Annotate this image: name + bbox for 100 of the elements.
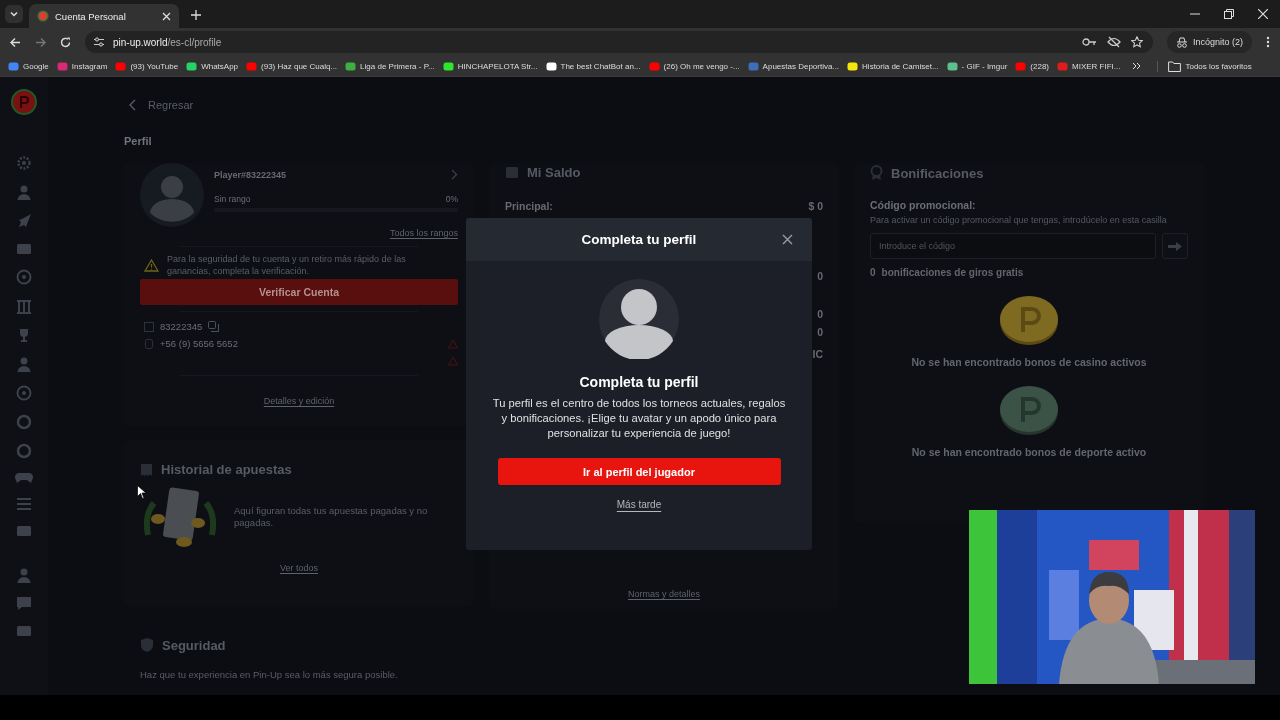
later-link[interactable]: Más tarde <box>616 499 662 510</box>
empty-casino-bonus-text: No se han encontrado bonos de casino activos <box>911 356 1147 368</box>
security-text: Haz que tu experiencia en Pin-Up sea lo más segura posible. <box>140 669 399 680</box>
bookmark[interactable]: The best ChatBot an... <box>545 60 641 72</box>
promo-code-field[interactable]: Introduce el código <box>870 233 1156 259</box>
rocket-icon[interactable] <box>16 213 32 229</box>
balance-label: Principal: <box>505 200 553 212</box>
site-icon <box>1057 60 1068 72</box>
bookmark[interactable]: (26) Oh me vengo -... <box>648 60 740 72</box>
site-icon <box>747 60 759 72</box>
chevron-right-icon[interactable] <box>451 169 458 180</box>
more-bookmarks-icon[interactable] <box>1132 62 1142 70</box>
medal-icon <box>870 165 883 181</box>
person-icon[interactable] <box>16 567 32 583</box>
chat-icon[interactable] <box>16 596 32 611</box>
verification-warning: Para la seguridad de tu cuenta y un retiro más rápido de las ganancias, completa la verificación. <box>167 253 407 277</box>
eye-slash-icon[interactable] <box>1106 36 1121 48</box>
chevron-left-icon <box>128 99 136 111</box>
card-icon[interactable] <box>16 524 32 538</box>
player-name: Player#83222345 <box>214 169 287 180</box>
person-icon[interactable] <box>16 184 32 200</box>
submit-button[interactable] <box>1162 233 1188 259</box>
alert-icon <box>448 338 458 349</box>
site-icon <box>8 60 19 72</box>
section-title: Seguridad <box>162 637 226 653</box>
new-tab-icon[interactable] <box>191 10 201 20</box>
site-icon <box>345 60 357 72</box>
receipt-icon <box>140 462 153 477</box>
ring-icon[interactable] <box>16 414 32 430</box>
list-icon[interactable] <box>16 497 32 511</box>
key-icon[interactable] <box>1081 37 1097 47</box>
balance-amount: 0 <box>817 328 823 337</box>
bookmark[interactable]: Google <box>8 60 49 72</box>
bookmark[interactable]: HINCHAPELOTA Str... <box>442 60 538 72</box>
site-settings-icon[interactable] <box>93 36 105 48</box>
section-title: Historial de apuestas <box>161 462 292 477</box>
free-spins-count: 0 <box>870 267 876 278</box>
bookmark[interactable]: (93) YouTube <box>115 60 179 72</box>
gear-icon[interactable] <box>16 155 32 171</box>
reload-icon[interactable] <box>60 36 71 48</box>
balance-amount: $ 0 <box>808 200 823 212</box>
browser-tab[interactable]: Cuenta Personal <box>29 4 179 28</box>
ball-icon[interactable] <box>16 269 32 285</box>
balance-amount: IC <box>812 350 823 359</box>
more-menu-icon[interactable] <box>1266 36 1270 48</box>
phone-icon <box>144 338 154 349</box>
ring-icon[interactable] <box>16 443 32 459</box>
card-icon[interactable] <box>16 242 32 256</box>
verify-account-button[interactable]: Verificar Cuenta <box>140 279 458 305</box>
incognito-button[interactable]: Incógnito (2) <box>1166 31 1252 53</box>
shield-icon <box>140 637 154 653</box>
phone-number: +56 (9) 5656 5652 <box>160 338 238 349</box>
chevron-down-icon <box>9 9 19 19</box>
bet-history-text: Aquí figuran todas tus apuestas pagadas y no pagadas. <box>234 505 429 529</box>
back-arrow-icon[interactable] <box>10 36 21 48</box>
ball-icon[interactable] <box>16 385 32 401</box>
tab-search-button[interactable] <box>5 5 23 23</box>
bookmark[interactable]: (228) <box>1015 60 1049 72</box>
modal-title: Completa tu perfil <box>581 232 697 247</box>
avatar-icon <box>599 279 679 359</box>
site-icon <box>37 10 49 22</box>
section-title: Bonificaciones <box>891 165 984 181</box>
card-icon[interactable] <box>16 624 32 638</box>
person-icon[interactable] <box>16 356 32 372</box>
coin-icon <box>999 294 1059 346</box>
site-icon <box>545 60 557 72</box>
arrow-right-icon <box>1168 241 1182 251</box>
bookmark[interactable]: MIXER FIFI... <box>1057 60 1121 72</box>
gamepad-icon[interactable] <box>15 472 33 484</box>
site-icon <box>246 60 258 72</box>
bookmark[interactable]: Liga de Primera - P... <box>345 60 435 72</box>
warning-icon <box>144 258 159 272</box>
alert-icon <box>448 355 458 366</box>
copy-icon[interactable] <box>208 321 220 332</box>
forward-arrow-icon[interactable] <box>35 36 46 48</box>
promo-code-hint: Para activar un código promocional que tengas, introdúcelo en esta casilla <box>870 215 1167 225</box>
site-icon <box>648 60 660 72</box>
bookmark[interactable]: WhatsApp <box>186 60 239 72</box>
bookmark[interactable]: (93) Haz que Cualq... <box>246 60 338 72</box>
promo-code-label: Código promocional: <box>870 199 976 211</box>
page-heading: Perfil <box>124 135 153 147</box>
address-bar[interactable]: pin-up.world/es-cl/profile <box>85 31 1153 53</box>
go-to-profile-button[interactable]: Ir al perfil del jugador <box>497 458 781 485</box>
folder-icon <box>1168 60 1182 72</box>
incognito-icon <box>1175 36 1188 48</box>
modal-heading: Completa tu perfil <box>579 374 699 390</box>
restore-icon[interactable] <box>1224 9 1234 19</box>
all-bookmarks-folder[interactable]: Todos los favoritos <box>1157 60 1252 72</box>
free-spins-label: bonificaciones de giros gratis <box>881 267 1024 278</box>
logo-icon[interactable] <box>11 89 37 115</box>
columns-icon[interactable] <box>16 298 32 314</box>
close-icon[interactable] <box>782 234 793 245</box>
bookmark[interactable]: - GIF - Imgur <box>946 60 1008 72</box>
site-icon <box>1015 60 1027 72</box>
bookmark[interactable]: Apuestas Deportiva... <box>747 60 840 72</box>
bookmark[interactable]: Historia de Camiset... <box>847 60 939 72</box>
star-icon[interactable] <box>1130 36 1143 48</box>
rank-percent: 0% <box>445 194 458 204</box>
site-icon <box>442 60 454 72</box>
bookmark[interactable]: Instagram <box>56 60 108 72</box>
